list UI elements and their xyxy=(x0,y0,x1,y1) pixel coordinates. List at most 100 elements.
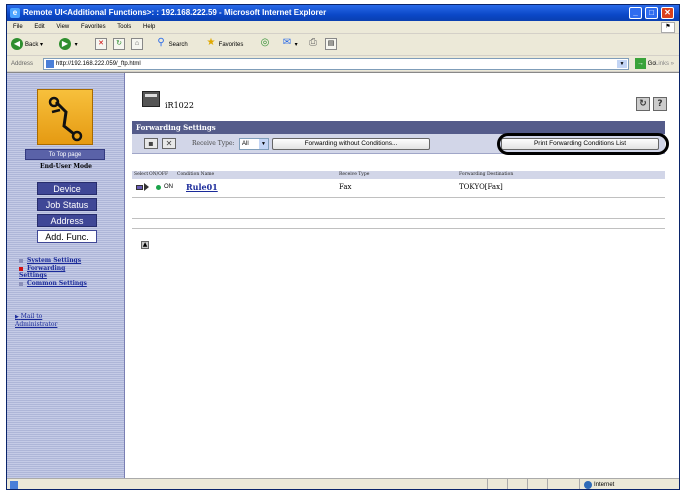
mail-to-admin-link[interactable]: ▶ Mail to Administrator xyxy=(15,313,65,328)
forward-arrow-icon: ▶ xyxy=(59,38,71,51)
toolbar: ◀ Back ▾ ▶ ▾ ✕ ↻ ⌂ ⚲ Search ★ Favorites ◎… xyxy=(7,34,679,56)
delete-icon: ✕ xyxy=(165,139,173,148)
home-button[interactable]: ⌂ xyxy=(131,38,143,52)
refresh-icon: ↻ xyxy=(639,99,647,109)
address-bar: Address http://192.168.222.059/_ftp.html… xyxy=(7,56,679,72)
menu-file[interactable]: File xyxy=(13,24,23,30)
select-row-button[interactable] xyxy=(136,185,143,190)
receive-type-label: Receive Type: xyxy=(192,140,235,147)
print-button[interactable]: ⎙ xyxy=(307,38,319,52)
back-button[interactable]: ◀ Back ▾ xyxy=(11,38,43,52)
back-arrow-icon: ◀ xyxy=(11,38,23,51)
col-forwarding-destination: Forwarding Destination xyxy=(459,172,514,177)
condition-name-link[interactable]: Rule01 xyxy=(186,181,218,194)
divider xyxy=(132,218,665,219)
col-receive-type: Receive Type xyxy=(339,172,370,177)
mail-icon: ✉ xyxy=(282,37,292,49)
page-content: To Top page End-User Mode Device Job Sta… xyxy=(7,72,679,479)
minimize-button[interactable]: _ xyxy=(629,7,642,19)
stop-icon: ✕ xyxy=(95,38,107,51)
menu-favorites[interactable]: Favorites xyxy=(81,24,106,30)
top-page-button[interactable]: To Top page xyxy=(25,149,105,160)
nav-device[interactable]: Device xyxy=(37,182,97,195)
col-condition-name: Condition Name xyxy=(177,172,215,177)
menu-help[interactable]: Help xyxy=(143,24,155,30)
receive-type-select[interactable]: All ▼ xyxy=(239,138,269,150)
security-zone: Internet xyxy=(579,479,679,489)
media-button[interactable]: ◎ xyxy=(259,38,271,52)
address-url: http://192.168.222.059/_ftp.html xyxy=(56,61,141,67)
print-icon: ⎙ xyxy=(309,37,317,49)
forwarding-without-conditions-button[interactable]: Forwarding without Conditions... xyxy=(272,138,430,150)
menu-tools[interactable]: Tools xyxy=(117,24,131,30)
status-divider xyxy=(527,479,528,489)
main-content: iR1022 ↻ ? Forwarding Settings ▪ ✕ Recei… xyxy=(126,73,679,479)
user-mode-label: End-User Mode xyxy=(40,163,92,170)
edit-icon: ▪ xyxy=(148,139,154,148)
bullet-icon xyxy=(19,281,23,286)
menu-edit[interactable]: Edit xyxy=(34,24,44,30)
sublink-system-settings[interactable]: System Settings xyxy=(15,257,123,264)
sublink-forwarding-settings[interactable]: Forwarding Settings xyxy=(15,265,75,279)
refresh-status-button[interactable]: ↻ xyxy=(636,97,650,111)
arrow-icon xyxy=(144,183,149,191)
page-icon xyxy=(46,60,54,68)
highlight-circle xyxy=(497,133,669,155)
edit-icon: ▤ xyxy=(325,38,337,51)
printer-icon xyxy=(142,91,160,107)
status-divider xyxy=(487,479,488,489)
browser-window: e Remote UI<Additional Functions>: : 192… xyxy=(6,4,680,490)
help-icon: ? xyxy=(657,99,663,109)
nav-address[interactable]: Address xyxy=(37,214,97,227)
go-button[interactable]: → Go xyxy=(635,58,656,70)
triangle-icon: ▶ xyxy=(15,314,19,320)
sidebar: To Top page End-User Mode Device Job Sta… xyxy=(7,73,125,479)
go-arrow-icon: → xyxy=(635,58,646,69)
star-icon: ★ xyxy=(206,37,216,49)
window-title: Remote UI<Additional Functions>: : 192.1… xyxy=(23,8,327,17)
chevron-down-icon: ▼ xyxy=(259,139,268,149)
address-input[interactable]: http://192.168.222.059/_ftp.html ▼ xyxy=(43,58,629,70)
sub-menu: System Settings Forwarding Settings Comm… xyxy=(15,257,123,287)
windows-flag-icon: ⚑ xyxy=(661,22,675,33)
title-bar: e Remote UI<Additional Functions>: : 192… xyxy=(7,5,679,21)
zone-label: Internet xyxy=(594,482,615,488)
address-dropdown[interactable]: ▼ xyxy=(617,60,627,68)
onoff-value: ON xyxy=(164,184,173,190)
forward-button[interactable]: ▶ ▾ xyxy=(59,38,78,52)
back-to-top-icon[interactable]: ▲ xyxy=(141,241,149,249)
refresh-icon: ↻ xyxy=(113,38,125,51)
mail-button[interactable]: ✉ ▾ xyxy=(281,38,298,52)
search-button[interactable]: ⚲ Search xyxy=(155,37,187,52)
status-divider xyxy=(507,479,508,489)
active-bullet-icon xyxy=(19,266,23,271)
status-on-icon xyxy=(156,185,161,190)
media-icon: ◎ xyxy=(260,37,270,49)
sublink-common-settings[interactable]: Common Settings xyxy=(15,280,123,287)
favorites-button[interactable]: ★ Favorites xyxy=(205,37,244,52)
refresh-page-button[interactable]: ↻ xyxy=(113,38,125,52)
edit-condition-button[interactable]: ▪ xyxy=(144,138,158,149)
divider xyxy=(132,228,665,229)
links-button[interactable]: Links » xyxy=(655,58,674,70)
menu-view[interactable]: View xyxy=(56,24,69,30)
edit-button[interactable]: ▤ xyxy=(325,38,337,52)
help-button[interactable]: ? xyxy=(653,97,667,111)
ie-icon: e xyxy=(10,8,20,18)
nav-job-status[interactable]: Job Status xyxy=(37,198,97,211)
home-icon: ⌂ xyxy=(131,38,143,51)
status-bar: Internet xyxy=(7,478,679,489)
page-status-icon xyxy=(10,481,18,489)
status-divider xyxy=(547,479,548,489)
nav-add-func[interactable]: Add. Func. xyxy=(37,230,97,243)
globe-icon xyxy=(584,481,592,489)
bullet-icon xyxy=(19,258,23,263)
maximize-button[interactable]: □ xyxy=(645,7,658,19)
search-icon: ⚲ xyxy=(157,37,165,49)
stop-button[interactable]: ✕ xyxy=(95,38,107,52)
close-button[interactable]: ✕ xyxy=(661,7,674,19)
menu-bar: File Edit View Favorites Tools Help ⚑ xyxy=(7,21,679,34)
delete-condition-button[interactable]: ✕ xyxy=(162,138,176,149)
address-label: Address xyxy=(11,61,34,67)
table-row: ON Rule01 Fax TOKYO[Fax] xyxy=(132,181,665,194)
